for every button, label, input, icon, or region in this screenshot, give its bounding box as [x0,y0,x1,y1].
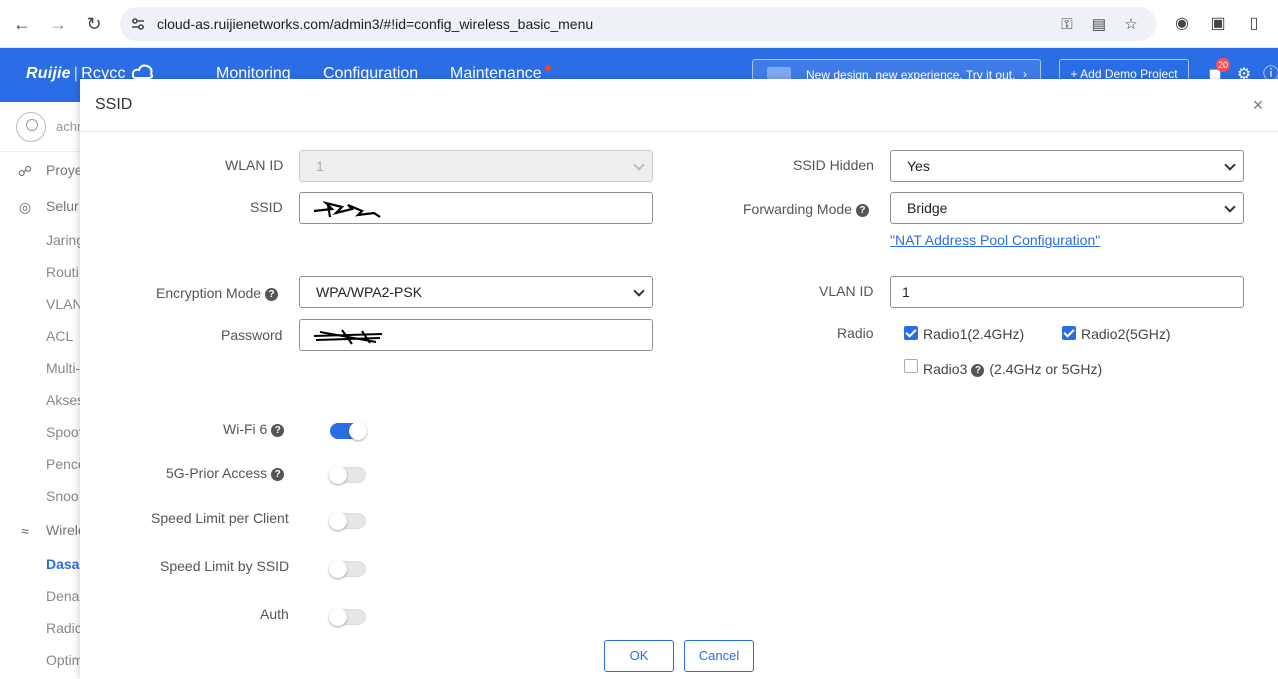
radio1-label: Radio1(2.4GHz) [923,326,1025,342]
toggle-knob [349,422,367,440]
sidebar-item-wired[interactable]: Selur [46,198,79,214]
speed-limit-ssid-label: Speed Limit by SSID [160,558,290,574]
nat-address-pool-link[interactable]: "NAT Address Pool Configuration" [890,232,1100,248]
redaction-scribble [313,329,383,345]
chevron-down-icon [633,285,645,297]
avatar [16,112,46,142]
address-bar[interactable]: cloud-as.ruijienetworks.com/admin3/#!id=… [120,7,1156,41]
cloud-icon [132,64,154,79]
sidebar-item-multi[interactable]: Multi- [46,360,80,376]
5g-prior-access-label: 5G-Prior Access? [166,465,285,481]
url-text[interactable]: cloud-as.ruijienetworks.com/admin3/#!id=… [157,16,593,32]
close-icon[interactable]: × [1249,96,1267,114]
sidebar-item-dena[interactable]: Dena [46,588,79,604]
encryption-mode-label: Encryption Mode? [156,285,279,301]
sidebar-item-acl[interactable]: ACL [46,328,73,344]
sidebar-item-snooping[interactable]: Snoo [46,488,79,504]
dialog-title: SSID [95,96,133,113]
help-icon[interactable]: ? [265,288,279,301]
notification-count-badge: 20 [1216,58,1231,72]
password-label: Password [221,327,283,343]
user-row[interactable]: achm [0,102,88,152]
ssid-hidden-select[interactable]: Yes [890,150,1244,182]
speed-limit-client-toggle[interactable] [329,512,366,530]
sidebar-item-network[interactable]: Jaring [46,232,84,248]
sidebar-item-optimize[interactable]: Optim [46,652,83,668]
radio2-checkbox[interactable] [1062,326,1076,340]
radio1-checkbox[interactable] [904,326,918,340]
dialog-header-divider [80,131,1278,132]
ok-button[interactable]: OK [604,640,674,672]
wifi6-label: Wi-Fi 6? [223,421,285,437]
vlan-id-input[interactable]: 1 [890,276,1244,308]
ssid-dialog: SSID × WLAN ID 1 SSID Encryption Mode? W… [80,79,1278,679]
forward-arrow-icon[interactable]: → [46,12,70,36]
browser-toolbar: ← → ↻ cloud-as.ruijienetworks.com/admin3… [0,0,1278,48]
toggle-knob [329,560,347,578]
puzzle-icon[interactable]: ▣ [1208,14,1228,34]
star-icon[interactable]: ☆ [1122,16,1140,34]
password-input[interactable] [299,319,653,351]
back-arrow-icon[interactable]: ← [10,12,34,36]
radio-label: Radio [837,325,874,341]
auth-label: Auth [260,606,289,622]
extension-icon[interactable]: ◉ [1172,14,1192,34]
radio3-checkbox[interactable] [904,359,918,373]
reload-icon[interactable]: ↻ [82,12,106,36]
help-icon[interactable]: ? [971,364,985,377]
encryption-mode-select[interactable]: WPA/WPA2-PSK [299,276,653,308]
auth-toggle[interactable] [329,608,366,626]
translate-icon[interactable]: ▤ [1090,16,1108,34]
ssid-label: SSID [250,199,283,215]
sidebar-item-project[interactable]: Proye [46,162,83,178]
sidebar-item-vlan[interactable]: VLAN [46,296,83,312]
redaction-scribble [313,200,381,218]
radio2-label: Radio2(5GHz) [1081,326,1171,342]
sidebar-item-radio[interactable]: Radic [46,620,82,636]
notification-dot [544,65,551,71]
key-icon[interactable]: ⚿ [1058,16,1076,34]
speed-limit-ssid-toggle[interactable] [329,560,366,578]
sidebar-item-basic[interactable]: Dasa [46,556,79,572]
cancel-button[interactable]: Cancel [684,640,754,672]
wifi6-toggle[interactable] [330,422,367,440]
toggle-knob [329,466,347,484]
chevron-down-icon [1224,159,1236,171]
chevron-down-icon [1224,201,1236,213]
globe-icon: ◎ [18,199,32,215]
radio3-label: Radio3? (2.4GHz or 5GHz) [923,361,1103,377]
sidebar-item-routing[interactable]: Routi [46,264,79,280]
chevron-down-icon [633,159,645,171]
forwarding-mode-select[interactable]: Bridge [890,192,1244,224]
help-icon[interactable]: ? [271,424,285,437]
sidebar-item-access[interactable]: Akses [46,392,84,408]
project-tree-icon: ☍ [17,163,33,179]
ssid-input[interactable] [299,192,653,224]
help-icon[interactable]: ? [271,468,285,481]
site-settings-icon[interactable] [130,16,146,32]
wlan-id-select[interactable]: 1 [299,150,653,182]
toggle-knob [329,608,347,626]
toggle-knob [329,512,347,530]
vlan-id-label: VLAN ID [819,283,874,299]
speed-limit-client-label: Speed Limit per Client [151,510,289,526]
5g-prior-access-toggle[interactable] [329,466,366,484]
ssid-hidden-label: SSID Hidden [793,157,874,173]
wlan-id-label: WLAN ID [225,157,284,173]
help-icon[interactable]: ? [855,204,869,217]
side-panel-icon[interactable]: ▯ [1244,14,1264,34]
wifi-icon: ≈ [21,523,29,539]
sidebar-item-spoof[interactable]: Spoof [46,424,83,440]
sidebar: achm ☍ Proye ◎ Selur Jaring Routi VLAN A… [0,102,88,679]
forwarding-mode-label: Forwarding Mode? [743,201,869,217]
